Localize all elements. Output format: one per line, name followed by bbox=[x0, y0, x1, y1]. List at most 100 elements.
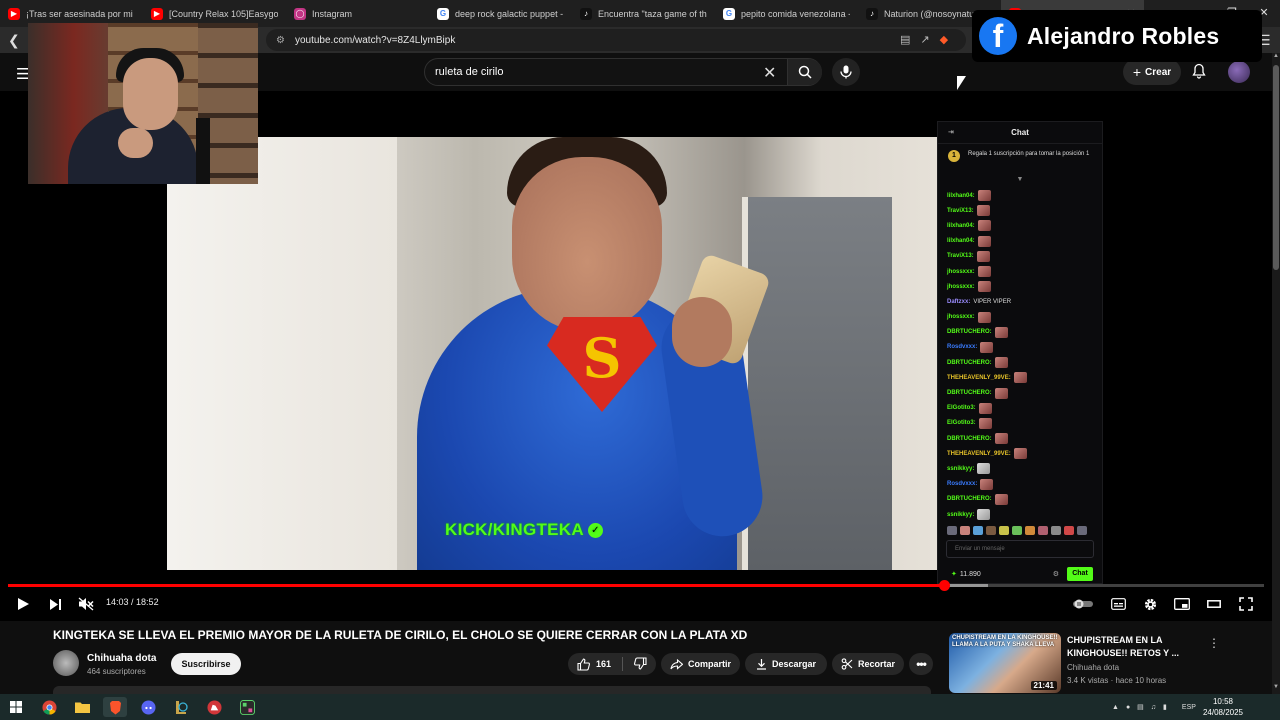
chevron-up-icon[interactable]: ▲ bbox=[1112, 704, 1119, 711]
chat-emote bbox=[978, 402, 992, 414]
webcam-person-hand bbox=[118, 128, 153, 158]
discord-icon bbox=[140, 699, 156, 715]
share-icon[interactable]: ↗ bbox=[920, 33, 929, 46]
battery-icon[interactable]: ▮ bbox=[1163, 703, 1167, 711]
speaker-icon[interactable]: ♫ bbox=[1151, 704, 1156, 711]
like-button[interactable]: 161 bbox=[577, 657, 611, 671]
back-icon[interactable]: ❮ bbox=[8, 32, 20, 49]
chat-emote bbox=[977, 463, 991, 475]
voice-search-button[interactable] bbox=[832, 58, 860, 86]
duration: 18:52 bbox=[136, 597, 159, 607]
browser-tab[interactable]: Gpepito comida venezolana - Bu... bbox=[715, 0, 858, 27]
screen: { "browser": { "tabs": [ {"label": "¡Tra… bbox=[0, 0, 1280, 720]
chat-username: ssnikkyy: bbox=[947, 465, 975, 472]
notifications-button[interactable] bbox=[1192, 63, 1206, 84]
brave-shield-icon[interactable]: ◆ bbox=[940, 33, 948, 46]
more-horizontal-icon: ••• bbox=[916, 657, 927, 671]
network-icon[interactable]: ▤ bbox=[1137, 703, 1144, 711]
gear-icon bbox=[1144, 598, 1156, 610]
create-button[interactable]: + Crear bbox=[1123, 59, 1181, 85]
browser-tab[interactable]: ◯ Instagram bbox=[286, 0, 429, 27]
page-scrollbar[interactable]: ▲ ▼ bbox=[1272, 53, 1280, 694]
chat-message: THEHEAVENLY_99VE: bbox=[947, 446, 1094, 461]
chat-send-button: Chat bbox=[1067, 567, 1093, 581]
subscribe-button[interactable]: Suscribirse bbox=[171, 653, 241, 675]
obs-icon bbox=[239, 699, 255, 715]
taskbar-clock[interactable]: 10:58 24/08/2025 bbox=[1198, 696, 1248, 718]
related-channel[interactable]: Chihuaha dota bbox=[1067, 663, 1119, 672]
theater-mode-icon bbox=[1207, 600, 1221, 608]
emote-shortcut bbox=[999, 526, 1009, 535]
settings-button[interactable] bbox=[1141, 593, 1159, 615]
scroll-up-icon[interactable]: ▲ bbox=[1272, 53, 1280, 63]
chat-emote bbox=[977, 281, 991, 293]
autoplay-toggle[interactable] bbox=[1071, 593, 1095, 615]
channel-points: 11.890 bbox=[959, 570, 981, 578]
video-frame[interactable]: S KICK/KINGTEKA ✓ bbox=[167, 137, 937, 570]
like-dislike-group: 161 bbox=[568, 653, 656, 675]
chat-message: lilxhan04: bbox=[947, 234, 1094, 249]
channel-name[interactable]: Chihuaha dota bbox=[87, 653, 156, 664]
chat-username: ssnikkyy: bbox=[947, 511, 975, 518]
related-thumbnail[interactable]: CHUPISTREAM EN LA KINGHOUSE!! LLAMA A LA… bbox=[949, 633, 1061, 693]
account-avatar[interactable] bbox=[1228, 61, 1250, 83]
scroll-down-icon[interactable]: ▼ bbox=[1272, 684, 1280, 694]
subtitles-button[interactable] bbox=[1109, 593, 1127, 615]
play-button[interactable] bbox=[14, 593, 32, 615]
more-vertical-icon[interactable]: ⋮ bbox=[1208, 636, 1220, 650]
share-button[interactable]: Compartir bbox=[661, 653, 740, 675]
related-title[interactable]: CHUPISTREAM EN LA KINGHOUSE!! RETOS Y ..… bbox=[1067, 634, 1197, 660]
theater-mode-button[interactable] bbox=[1205, 593, 1223, 615]
chat-messages: lilxhan04: TraviX13: lilxhan04: lilxhan04: T… bbox=[938, 188, 1102, 522]
chat-message: DBRTUCHERO: bbox=[947, 385, 1094, 400]
chat-message: Daftzxx: VIPER VIPER bbox=[947, 294, 1094, 309]
start-button[interactable] bbox=[4, 697, 28, 717]
discord-app[interactable] bbox=[136, 697, 160, 717]
miniplayer-icon bbox=[1174, 598, 1190, 610]
chat-username: ElGotito3: bbox=[947, 420, 976, 427]
search-button[interactable] bbox=[787, 59, 822, 85]
obs-app[interactable] bbox=[235, 697, 259, 717]
search-input[interactable]: ruleta de cirilo ✕ bbox=[424, 58, 822, 86]
chat-username: TraviX13: bbox=[947, 253, 974, 260]
clock-time: 10:58 bbox=[1212, 697, 1234, 706]
chat-message: ElGotito3: bbox=[947, 416, 1094, 431]
clip-button[interactable]: Recortar bbox=[832, 653, 904, 675]
league-app[interactable] bbox=[169, 697, 193, 717]
emote-shortcut bbox=[1025, 526, 1035, 535]
chat-emote bbox=[994, 493, 1008, 505]
related-duration: 21:41 bbox=[1030, 681, 1057, 690]
file-explorer-app[interactable] bbox=[70, 697, 94, 717]
scrubber-handle[interactable] bbox=[938, 580, 950, 591]
chat-emote bbox=[977, 266, 991, 278]
microphone-icon[interactable]: ● bbox=[1126, 704, 1130, 711]
channel-avatar[interactable] bbox=[53, 650, 79, 676]
download-button[interactable]: Descargar bbox=[745, 653, 827, 675]
more-actions-button[interactable]: ••• bbox=[909, 653, 933, 675]
language-indicator[interactable]: ESP bbox=[1182, 704, 1196, 711]
browser-tab[interactable]: ♪ Encuentra "taza game of thrones" bbox=[572, 0, 715, 27]
chat-username: TraviX13: bbox=[947, 207, 974, 214]
webcam-microphone bbox=[196, 118, 210, 184]
scrollbar-thumb[interactable] bbox=[1273, 65, 1279, 270]
dislike-button[interactable] bbox=[634, 656, 647, 672]
emote-shortcut bbox=[1077, 526, 1087, 535]
tiktok-icon: ♪ bbox=[866, 7, 878, 20]
mute-button[interactable] bbox=[77, 593, 95, 615]
chat-emote bbox=[978, 417, 992, 429]
cast-icon[interactable]: ▤ bbox=[900, 33, 910, 46]
volume-muted-icon bbox=[78, 597, 94, 611]
download-icon bbox=[756, 659, 766, 670]
browser-tab[interactable]: Gdeep rock galactic puppet - Bu... bbox=[429, 0, 572, 27]
site-info-icon[interactable]: ⚙ bbox=[276, 35, 285, 46]
clear-search-icon[interactable]: ✕ bbox=[763, 63, 776, 83]
miniplayer-button[interactable] bbox=[1173, 593, 1191, 615]
fullscreen-button[interactable] bbox=[1237, 593, 1255, 615]
brave-app[interactable] bbox=[103, 697, 127, 717]
points-icon: ✦ bbox=[951, 571, 957, 578]
riot-app[interactable] bbox=[202, 697, 226, 717]
chrome-app[interactable] bbox=[37, 697, 61, 717]
video-wall bbox=[167, 137, 397, 570]
url-field[interactable]: ⚙ youtube.com/watch?v=8Z4LlymBipk bbox=[266, 29, 966, 51]
next-button[interactable] bbox=[46, 593, 64, 615]
